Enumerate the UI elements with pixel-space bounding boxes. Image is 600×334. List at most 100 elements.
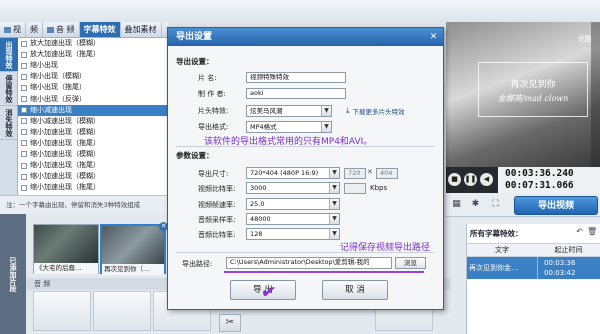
effect-checkbox[interactable] — [21, 140, 27, 147]
tab-appear-effects[interactable]: 出现特效 — [0, 38, 18, 72]
export-video-button[interactable]: 导出视频 — [514, 196, 598, 215]
pause-icon[interactable]: ❚❚ — [464, 173, 477, 186]
path-field[interactable]: C:\Users\Administrator\Desktop\爱剪辑-我的 — [226, 257, 392, 269]
stop-icon[interactable]: ■ — [448, 173, 461, 186]
effect-item[interactable]: 放大加速出现（拖尾） — [18, 49, 169, 60]
tab-overlay[interactable]: 叠加素材 — [121, 22, 162, 37]
close-icon[interactable]: ✕ — [428, 32, 439, 42]
empty-slot[interactable] — [93, 291, 151, 331]
tab-audio-label: 音 频 — [56, 24, 75, 34]
browse-button[interactable]: 浏览 — [395, 257, 426, 269]
size-select[interactable]: 720*404 (480P 16:9) ▼ — [246, 167, 340, 179]
effect-item[interactable]: 缩小加速出现（模糊） — [18, 171, 169, 182]
tab-video[interactable]: 视 — [0, 22, 26, 37]
effect-item[interactable]: 缩小出现（拖尾） — [18, 82, 169, 93]
author-field[interactable]: aoki — [246, 88, 346, 99]
scissors-icon[interactable]: ✂ — [219, 314, 241, 332]
effect-checkbox[interactable] — [21, 40, 27, 47]
effect-checkbox[interactable] — [21, 73, 27, 80]
effect-item[interactable]: 缩小减速出现 — [18, 104, 169, 116]
clip-item-active[interactable]: 再次见到你（… ✕ — [100, 222, 168, 275]
effect-checkbox[interactable] — [21, 151, 27, 158]
vbitrate-value: 3000 — [250, 184, 267, 192]
checkmark-icon: ✔ — [259, 281, 278, 304]
preview-scrollbar[interactable] — [591, 22, 600, 167]
effect-list: 放大加速出现（模糊） 放大加速出现（拖尾） 缩小出现缩小出现（模糊） 缩小出现（拖尾）… — [18, 38, 170, 195]
clip-thumbnail — [102, 226, 164, 264]
tab-disappear-effects[interactable]: 消失特效 — [0, 106, 18, 140]
effect-checkbox[interactable] — [21, 129, 27, 136]
effect-label: 缩小出现（模糊） — [30, 72, 86, 81]
vbitrate-label: 视频比特率: — [198, 185, 236, 193]
chevron-down-icon: ▼ — [329, 214, 339, 224]
tab-subtitle-effects-label: 字幕特效 — [83, 24, 116, 34]
effect-checkbox[interactable] — [21, 107, 27, 114]
effect-checkbox[interactable] — [21, 118, 27, 125]
effect-category-tabs: 出现特效 停留特效 消失特效 — [0, 38, 18, 195]
chevron-down-icon: ▼ — [321, 106, 331, 116]
chevron-down-icon: ▼ — [329, 229, 339, 239]
settings-icon[interactable]: ✱ — [470, 199, 481, 210]
effect-item[interactable]: 缩小加速出现（拖尾） — [18, 182, 169, 193]
delete-icon[interactable]: 🗑 — [587, 227, 597, 236]
effect-checkbox[interactable] — [21, 96, 27, 103]
vbitrate-select[interactable]: 3000 ▼ — [246, 182, 340, 194]
rewind-icon[interactable]: ◀ — [480, 173, 493, 186]
effect-checkbox[interactable] — [21, 184, 27, 191]
effect-checkbox[interactable] — [21, 84, 27, 91]
divider — [176, 146, 435, 147]
format-select[interactable]: MP4格式 ▼ — [246, 121, 332, 133]
clip-item[interactable]: 《大宅的后裔… — [33, 224, 99, 274]
undo-icon[interactable]: ↶ — [575, 227, 584, 236]
framerate-select[interactable]: 25.0 ▼ — [246, 198, 340, 210]
custom-bitrate-field[interactable] — [344, 183, 366, 194]
effect-label: 缩小出现（拖尾） — [30, 83, 86, 92]
effect-item[interactable]: 缩小出现（模糊） — [18, 71, 169, 82]
effect-item[interactable]: 缩小出现（反弹） — [18, 93, 169, 104]
download-more-effects-link[interactable]: ⤓ 下载更多片头特效 — [346, 106, 405, 116]
path-underline — [224, 271, 424, 273]
fullscreen-icon[interactable]: ⛶ — [490, 199, 501, 210]
abitrate-select[interactable]: 128 ▼ — [246, 228, 340, 240]
effect-checkbox[interactable] — [21, 162, 27, 169]
video-preview[interactable]: 优酷 再次见到你 金娜英/mad clown — [446, 22, 600, 167]
effect-label: 缩小减速出现 — [30, 105, 72, 114]
kbps-unit: Kbps — [370, 184, 388, 192]
clip-caption: 《大宅的后裔… — [34, 263, 98, 274]
effect-label: 缩小出现（反弹） — [30, 94, 86, 103]
tab-video-2[interactable]: 频 — [26, 22, 43, 37]
effect-item[interactable]: 缩小出现 — [18, 60, 169, 71]
times-icon: ✕ — [367, 168, 373, 176]
effect-item[interactable]: 缩小加速出现（模糊） — [18, 127, 169, 138]
tab-subtitle-effects[interactable]: 字幕特效 — [79, 22, 121, 37]
name-field[interactable]: 视频特殊特效 — [246, 72, 346, 83]
chevron-down-icon: ▼ — [329, 183, 339, 193]
empty-slot[interactable] — [33, 291, 91, 331]
effect-checkbox[interactable] — [21, 62, 27, 69]
subtitle-row[interactable]: 再次见到你金… 00:03:36 00:03:42 — [467, 257, 600, 279]
col-text: 文字 — [495, 246, 509, 254]
effect-item[interactable]: 缩小加速出现（模糊） — [18, 149, 169, 160]
header-effect-select[interactable]: 炫美马风潮 ▼ — [246, 105, 332, 117]
effect-label: 缩小出现 — [30, 61, 58, 70]
effect-item[interactable]: 缩小减速出现（模糊） — [18, 116, 169, 127]
header-effect-value: 炫美马风潮 — [250, 107, 283, 115]
effect-item[interactable]: 缩小加速出现（拖尾） — [18, 138, 169, 149]
divider — [176, 252, 435, 253]
grid-icon[interactable]: ▦ — [451, 199, 462, 210]
width-field[interactable]: 720 — [344, 168, 366, 179]
subtitle-panel-tools: ↶ 🗑 — [575, 227, 597, 236]
tab-stay-effects[interactable]: 停留特效 — [0, 72, 18, 106]
effect-checkbox[interactable] — [21, 173, 27, 180]
height-field[interactable]: 404 — [376, 168, 398, 179]
effect-item[interactable]: 缩小加速出现（拖尾） — [18, 160, 169, 171]
cancel-button[interactable]: 取 消 — [322, 280, 388, 300]
effect-checkbox[interactable] — [21, 51, 27, 58]
samplerate-select[interactable]: 48000 ▼ — [246, 213, 340, 225]
author-label: 制 作 者: — [198, 90, 226, 98]
main-tabs: 视 频 音 频 字幕特效 叠加素材 — [0, 22, 168, 38]
tab-audio[interactable]: 音 频 — [43, 22, 80, 37]
samplerate-value: 48000 — [250, 215, 271, 223]
size-value: 720*404 (480P 16:9) — [250, 169, 319, 177]
effect-item[interactable]: 放大加速出现（模糊） — [18, 38, 169, 49]
